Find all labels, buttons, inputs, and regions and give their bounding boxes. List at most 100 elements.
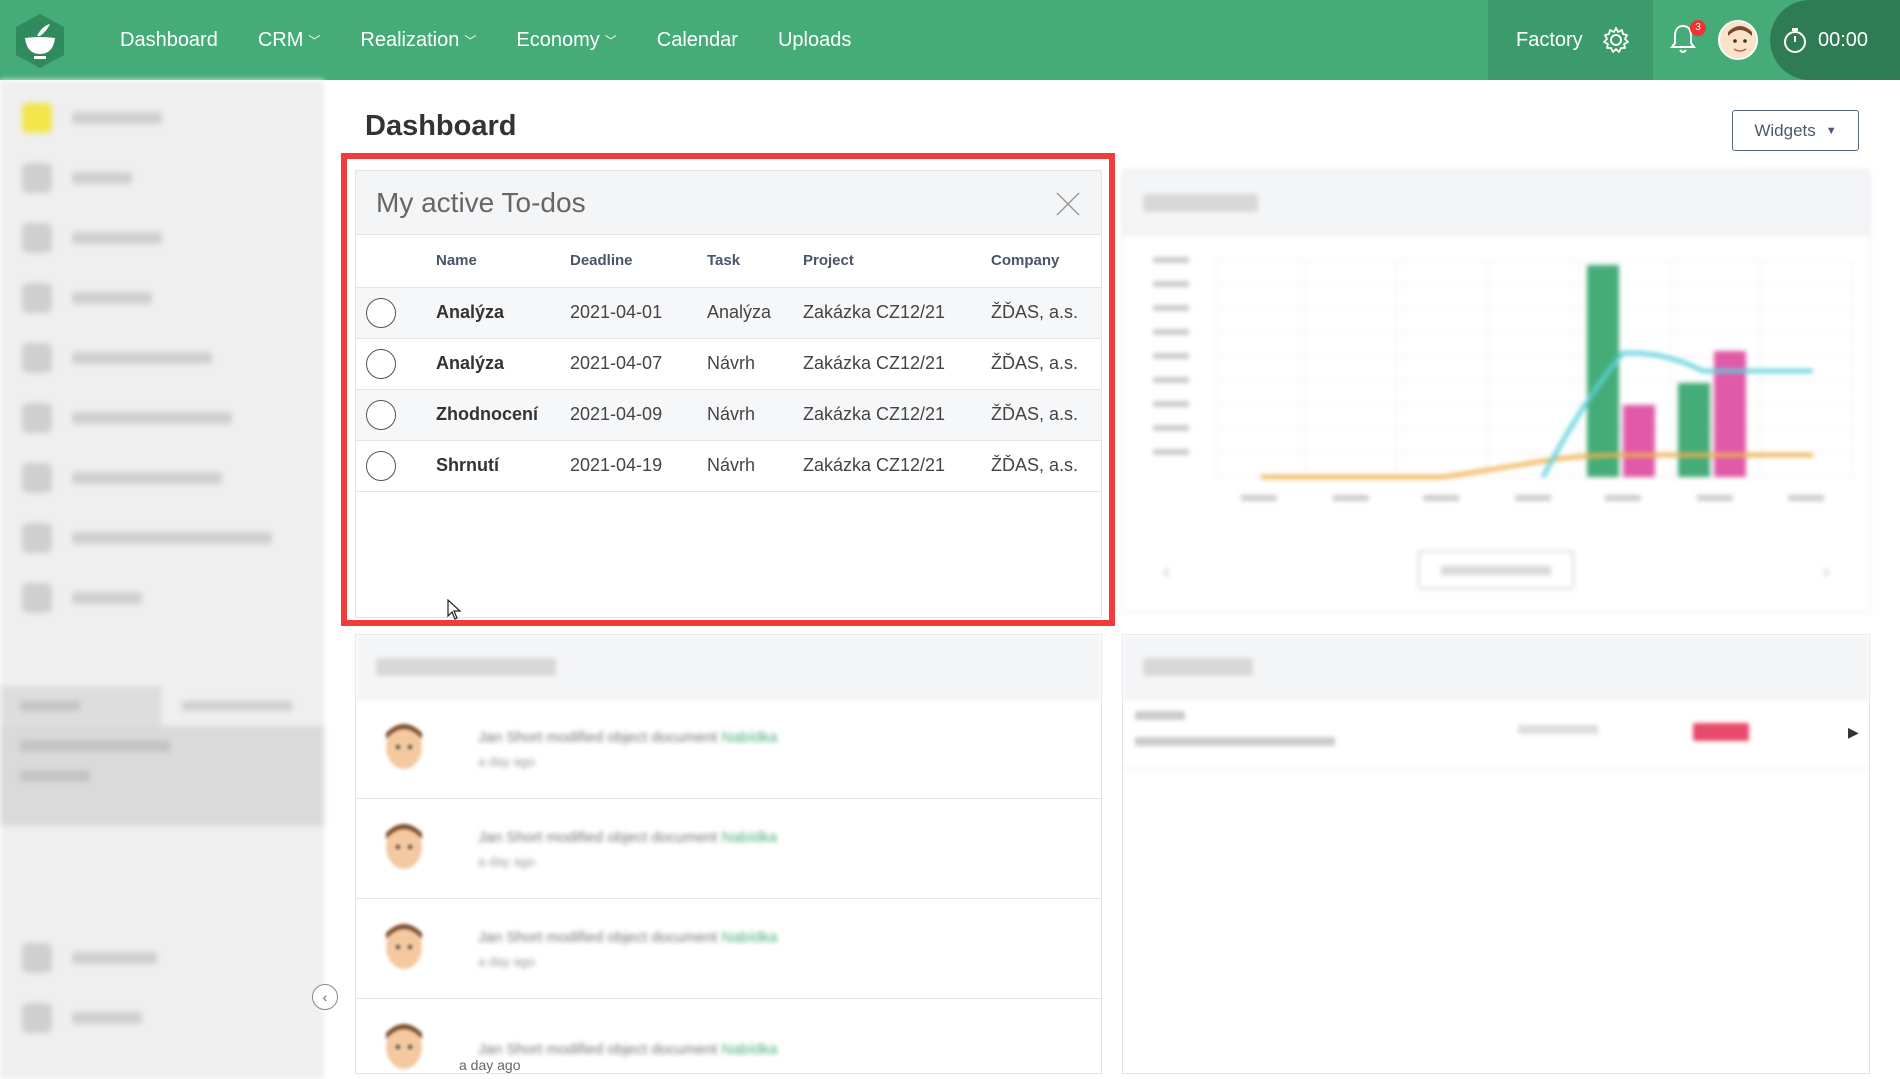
cashflow-title xyxy=(1143,193,1258,212)
widgets-button-label: Widgets xyxy=(1754,120,1816,140)
chevron-left-icon[interactable]: ‹ xyxy=(1163,561,1170,584)
invoice-icon xyxy=(22,463,52,493)
todo-project: Zakázka CZ12/21 xyxy=(803,287,991,339)
app-logo-icon[interactable] xyxy=(10,12,70,70)
sidebar-tab-1[interactable] xyxy=(0,686,162,726)
mouse-cursor-icon xyxy=(447,599,462,620)
nav-economy[interactable]: Economy ﹀ xyxy=(516,29,616,52)
todo-name[interactable]: Zhodnocení xyxy=(436,389,570,441)
offer-icon xyxy=(22,583,52,613)
todo-name[interactable]: Analýza xyxy=(436,287,570,339)
list-item[interactable]: Jan Short modified object document Nabíd… xyxy=(356,699,1101,799)
sidebar-item-delegated[interactable] xyxy=(0,328,324,388)
todo-company: ŽĎAS, a.s. xyxy=(991,287,1101,339)
todo-deadline: 2021-04-01 xyxy=(570,287,707,339)
chevron-right-icon[interactable]: › xyxy=(1823,561,1830,584)
sidebar-tab-2[interactable] xyxy=(162,686,324,726)
complete-todo-checkbox[interactable] xyxy=(366,450,396,481)
sidebar-item-search[interactable] xyxy=(0,148,324,208)
activity-timestamp: a day ago xyxy=(459,1057,521,1073)
nav-uploads[interactable]: Uploads xyxy=(778,29,851,52)
sidebar-item-support[interactable] xyxy=(0,988,324,1048)
sidebar-item-invoices[interactable] xyxy=(0,448,324,508)
sidebar-item-label xyxy=(72,472,222,484)
todo-task: Návrh xyxy=(707,338,803,390)
todo-name[interactable]: Analýza xyxy=(436,338,570,390)
avatar xyxy=(386,1024,422,1069)
nav-crm[interactable]: CRM ﹀ xyxy=(258,29,321,52)
chevron-right-icon[interactable]: ▶ xyxy=(1848,724,1859,741)
sidebar-item-label xyxy=(72,952,157,964)
todo-company: ŽĎAS, a.s. xyxy=(991,440,1101,492)
sidebar-item-invite[interactable] xyxy=(0,208,324,268)
factory-settings[interactable]: Factory xyxy=(1488,0,1653,80)
stopwatch-icon xyxy=(1784,28,1806,53)
nav-economy-label: Economy xyxy=(516,28,600,51)
sidebar-item-offers[interactable] xyxy=(0,568,324,628)
sidebar-tabs xyxy=(0,686,324,726)
column-header-deadline[interactable]: Deadline xyxy=(570,235,707,288)
complete-todo-checkbox[interactable] xyxy=(366,297,396,328)
complete-todo-checkbox[interactable] xyxy=(366,348,396,379)
gear-icon[interactable] xyxy=(1601,25,1631,55)
sidebar-item-label xyxy=(72,1012,142,1024)
table-row[interactable]: Zhodnocení 2021-04-09 Návrh Zakázka CZ12… xyxy=(356,389,1101,441)
column-header-task[interactable]: Task xyxy=(707,235,803,288)
plus-icon xyxy=(22,103,52,133)
time-tracker[interactable]: 00:00 xyxy=(1770,0,1900,80)
sidebar-item-tasks[interactable] xyxy=(0,268,324,328)
collapse-sidebar-button[interactable]: ‹ xyxy=(312,984,338,1010)
list-item[interactable]: Jan Short modified object document Nabíd… xyxy=(356,899,1101,999)
activity-text: Jan Short modified object document Nabíd… xyxy=(478,728,778,769)
table-row[interactable]: Analýza 2021-04-01 Analýza Zakázka CZ12/… xyxy=(356,287,1101,339)
go-to-cashflow-button[interactable] xyxy=(1418,551,1574,589)
nav-realization[interactable]: Realization ﹀ xyxy=(360,29,476,52)
sidebar-item-label xyxy=(72,232,162,244)
sidebar-item-new[interactable] xyxy=(0,88,324,148)
company-item[interactable] xyxy=(20,770,90,782)
column-header-name[interactable]: Name xyxy=(436,235,570,288)
todo-deadline: 2021-04-09 xyxy=(570,389,707,441)
table-row[interactable]: Shrnutí 2021-04-19 Návrh Zakázka CZ12/21… xyxy=(356,440,1101,492)
todos-widget: My active To-dos Name Deadline Task Proj… xyxy=(355,170,1102,618)
avatar xyxy=(386,823,422,869)
widgets-button[interactable]: Widgets ▼ xyxy=(1732,110,1859,151)
list-item[interactable]: Jan Short modified object document Nabíd… xyxy=(356,799,1101,899)
todo-check-cell xyxy=(356,287,436,339)
task-name xyxy=(1135,711,1185,720)
sidebar-item-timesheets[interactable] xyxy=(0,508,324,568)
todo-project: Zakázka CZ12/21 xyxy=(803,389,991,441)
close-icon[interactable] xyxy=(1053,189,1083,219)
nav-realization-label: Realization xyxy=(360,28,460,51)
go-to-cashflow-label xyxy=(1441,565,1551,575)
recent-activity-widget: Jan Short modified object document Nabíd… xyxy=(355,634,1102,1074)
support-icon xyxy=(22,1003,52,1033)
nav-dashboard[interactable]: Dashboard xyxy=(120,29,218,52)
sidebar-item-label xyxy=(72,532,272,544)
company-item[interactable] xyxy=(20,740,170,752)
complete-todo-checkbox[interactable] xyxy=(366,399,396,430)
todo-check-cell xyxy=(356,338,436,390)
my-tasks-header xyxy=(1123,635,1869,699)
column-header-company[interactable]: Company xyxy=(991,235,1101,288)
top-navigation-bar: Dashboard CRM ﹀ Realization ﹀ Economy ﹀ Cal… xyxy=(0,0,1900,80)
sidebar-item-messages[interactable] xyxy=(0,928,324,988)
table-row[interactable]: Analýza 2021-04-07 Návrh Zakázka CZ12/21… xyxy=(356,338,1101,390)
nav-calendar[interactable]: Calendar xyxy=(657,29,738,52)
column-header-project[interactable]: Project xyxy=(803,235,991,288)
table-row[interactable] xyxy=(1123,699,1869,769)
activity-text: Jan Short modified object document Nabíd… xyxy=(478,1040,778,1058)
status-badge xyxy=(1693,723,1749,741)
todo-name[interactable]: Shrnutí xyxy=(436,440,570,492)
user-icon xyxy=(22,223,52,253)
sidebar-item-payments[interactable] xyxy=(0,388,324,448)
sidebar-item-label xyxy=(72,172,132,184)
chevron-left-icon: ‹ xyxy=(322,989,328,1005)
todos-header: My active To-dos xyxy=(356,171,1101,235)
user-avatar[interactable] xyxy=(1718,20,1758,60)
timer-value: 00:00 xyxy=(1818,28,1869,51)
search-icon xyxy=(22,163,52,193)
todo-task: Analýza xyxy=(707,287,803,339)
sidebar-item-label xyxy=(72,112,162,124)
todo-task: Návrh xyxy=(707,389,803,441)
